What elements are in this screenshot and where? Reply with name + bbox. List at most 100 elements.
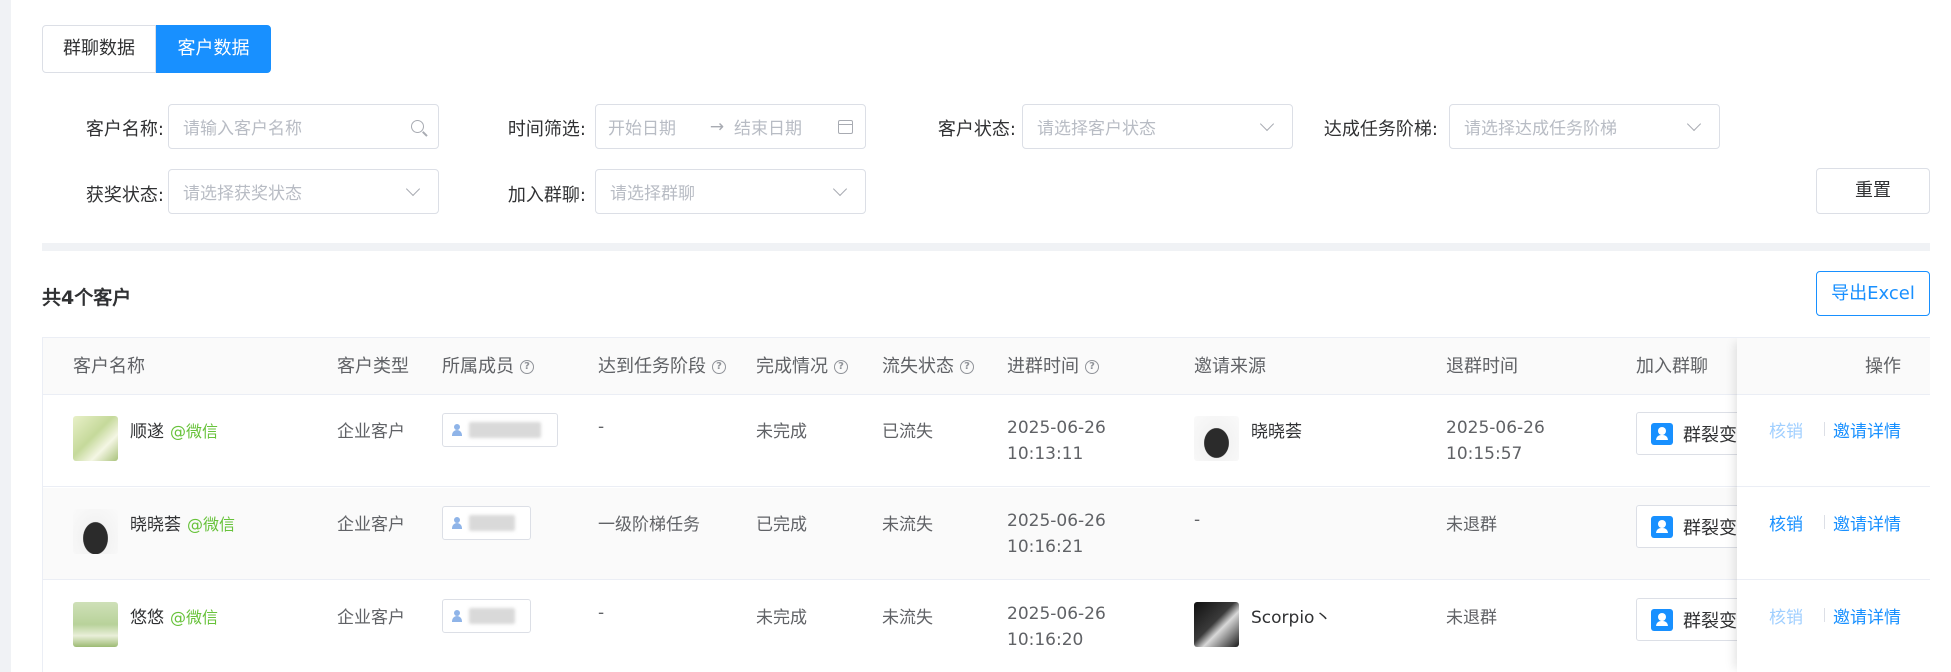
- group-tag[interactable]: 群裂变: [1636, 505, 1752, 548]
- start-date-input[interactable]: 开始日期: [608, 114, 700, 139]
- customer-name-label: 客户名称:: [85, 119, 164, 140]
- member-tag[interactable]: [442, 599, 531, 633]
- col-quit-time: 退群时间: [1446, 356, 1518, 377]
- user-icon: [451, 610, 463, 622]
- task-tier-placeholder: 请选择达成任务阶梯: [1464, 119, 1617, 139]
- operations-column: 操作 核销 邀请详情 核销 邀请详情 核销 邀请详情: [1737, 338, 1930, 672]
- customer-name-cell: 晓晓荟 @微信: [130, 515, 236, 535]
- customer-status-label: 客户状态:: [937, 119, 1016, 140]
- group-icon: [1651, 608, 1673, 631]
- group-icon: [1651, 515, 1673, 538]
- help-icon[interactable]: ?: [834, 359, 848, 374]
- completion-cell: 未完成: [756, 608, 807, 628]
- calendar-icon: [838, 119, 853, 134]
- member-name-redacted: [469, 422, 541, 438]
- churn-cell: 已流失: [882, 422, 933, 442]
- col-churn: 流失状态?: [882, 338, 974, 395]
- date-range-picker[interactable]: 开始日期 → 结束日期: [595, 104, 866, 149]
- invite-detail-link[interactable]: 邀请详情: [1833, 417, 1901, 442]
- task-stage-cell: -: [598, 417, 605, 437]
- end-date-input[interactable]: 结束日期: [734, 114, 838, 139]
- op-separator: [1824, 608, 1825, 622]
- operations-header: 操作: [1737, 338, 1930, 395]
- col-join-time: 进群时间?: [1007, 338, 1099, 395]
- chevron-down-icon: [832, 181, 851, 197]
- task-stage-cell: -: [598, 603, 605, 623]
- inviter-avatar: [1194, 416, 1239, 461]
- help-icon[interactable]: ?: [712, 359, 726, 374]
- join-time-cell: 2025-06-26 10:16:21: [1007, 511, 1106, 557]
- customer-avatar: [73, 509, 118, 554]
- inviter-name-cell: Scorpio丶: [1251, 608, 1332, 628]
- churn-cell: 未流失: [882, 515, 933, 535]
- member-name-redacted: [469, 608, 515, 624]
- invite-detail-link[interactable]: 邀请详情: [1833, 510, 1901, 535]
- join-time-cell: 2025-06-26 10:16:20: [1007, 604, 1106, 650]
- member-tag[interactable]: [442, 413, 558, 447]
- award-status-label: 获奖状态:: [85, 185, 164, 206]
- completion-cell: 未完成: [756, 422, 807, 442]
- wechat-tag: @微信: [187, 515, 236, 534]
- col-member: 所属成员?: [442, 338, 534, 395]
- customer-type-cell: 企业客户: [337, 608, 405, 628]
- col-invite-source: 邀请来源: [1194, 356, 1266, 377]
- total-customers: 共4个客户: [42, 287, 132, 309]
- customer-table: 客户名称 客户类型 所属成员? 达到任务阶段? 完成情况? 流失状态? 进群时间…: [42, 337, 1930, 672]
- churn-cell: 未流失: [882, 608, 933, 628]
- export-excel-button[interactable]: 导出Excel: [1816, 271, 1930, 316]
- customer-status-placeholder: 请选择客户状态: [1037, 119, 1156, 139]
- col-customer-type: 客户类型: [337, 356, 409, 377]
- verify-link[interactable]: 核销: [1769, 603, 1803, 628]
- join-group-label: 加入群聊:: [507, 185, 586, 206]
- group-tag[interactable]: 群裂变: [1636, 598, 1752, 641]
- chevron-down-icon: [405, 181, 424, 197]
- tab-group-chat-data[interactable]: 群聊数据: [42, 25, 156, 73]
- award-status-select[interactable]: 请选择获奖状态: [168, 169, 439, 214]
- table-row: 晓晓荟 @微信 企业客户 一级阶梯任务 已完成 未流失 2025-06-26 10:…: [43, 488, 1930, 580]
- task-tier-label: 达成任务阶梯:: [1323, 119, 1438, 140]
- section-divider: [42, 243, 1930, 251]
- award-status-placeholder: 请选择获奖状态: [183, 184, 302, 204]
- customer-name-cell: 悠悠 @微信: [130, 608, 219, 628]
- member-tag[interactable]: [442, 506, 531, 540]
- tab-customer-data[interactable]: 客户数据: [156, 25, 271, 73]
- inviter-name-cell: 晓晓荟: [1251, 422, 1302, 442]
- customer-type-cell: 企业客户: [337, 515, 405, 535]
- table-row: 悠悠 @微信 企业客户 - 未完成 未流失 2025-06-26 10:16:20 …: [43, 581, 1930, 672]
- customer-name-cell: 顺遂 @微信: [130, 422, 219, 442]
- quit-time-cell: 未退群: [1446, 608, 1497, 628]
- customer-name-placeholder: 请输入客户名称: [183, 119, 302, 139]
- date-range-arrow: →: [709, 116, 725, 137]
- col-operations: 操作: [1865, 356, 1901, 377]
- customer-status-select[interactable]: 请选择客户状态: [1022, 104, 1293, 149]
- verify-link[interactable]: 核销: [1769, 510, 1803, 535]
- operations-row: 核销 邀请详情: [1737, 395, 1930, 487]
- wechat-tag: @微信: [170, 422, 219, 441]
- time-filter-label: 时间筛选:: [507, 119, 586, 140]
- table-header: 客户名称 客户类型 所属成员? 达到任务阶段? 完成情况? 流失状态? 进群时间…: [43, 338, 1930, 395]
- customer-name-input[interactable]: 请输入客户名称: [168, 104, 439, 149]
- help-icon[interactable]: ?: [1085, 359, 1099, 374]
- task-stage-cell: 一级阶梯任务: [598, 515, 700, 535]
- join-group-select[interactable]: 请选择群聊: [595, 169, 866, 214]
- inviter-avatar: [1194, 602, 1239, 647]
- help-icon[interactable]: ?: [520, 359, 534, 374]
- reset-button[interactable]: 重置: [1816, 168, 1930, 214]
- invite-detail-link[interactable]: 邀请详情: [1833, 603, 1901, 628]
- op-separator: [1824, 422, 1825, 436]
- search-icon[interactable]: [411, 120, 424, 133]
- operations-row: 核销 邀请详情: [1737, 488, 1930, 580]
- verify-link[interactable]: 核销: [1769, 417, 1803, 442]
- customer-type-cell: 企业客户: [337, 422, 405, 442]
- task-tier-select[interactable]: 请选择达成任务阶梯: [1449, 104, 1720, 149]
- quit-time-cell: 未退群: [1446, 515, 1497, 535]
- join-time-cell: 2025-06-26 10:13:11: [1007, 418, 1106, 464]
- chevron-down-icon: [1686, 116, 1705, 132]
- help-icon[interactable]: ?: [960, 359, 974, 374]
- quit-time-cell: 2025-06-26 10:15:57: [1446, 418, 1545, 464]
- inviter-name-cell: -: [1194, 510, 1201, 530]
- col-completion: 完成情况?: [756, 338, 848, 395]
- left-edge: [0, 0, 11, 672]
- group-tag[interactable]: 群裂变: [1636, 412, 1752, 455]
- member-name-redacted: [469, 515, 515, 531]
